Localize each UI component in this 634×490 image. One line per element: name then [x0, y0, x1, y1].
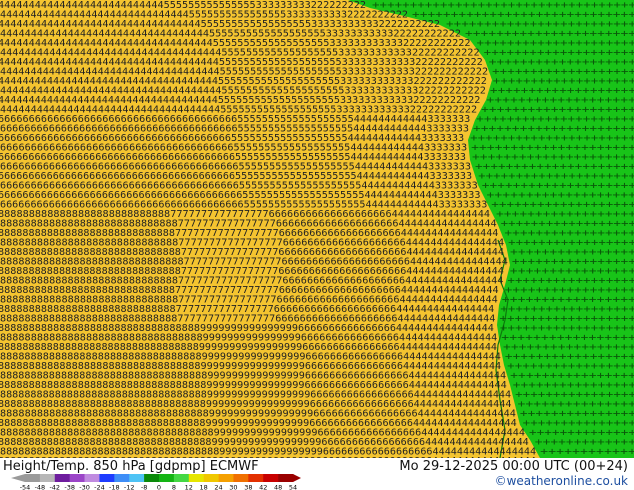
colorbar-tick-label: 18: [200, 484, 208, 490]
colorbar-tick-label: -38: [64, 484, 75, 490]
colorbar-tick-label: 48: [274, 484, 282, 490]
forecast-datetime: Mo 29-12-2025 00:00 UTC (00+24): [399, 459, 628, 474]
colorbar-arrow-right: [293, 474, 301, 482]
colorbar-swatch: [248, 474, 264, 482]
colorbar-tick-label: -48: [35, 484, 46, 490]
colorbar-tick-label: -24: [94, 484, 105, 490]
color-legend: -54 -48 -42 -38 -30 -24 -18 -12 -8 0 8 12 18 24 30 38 42…: [11, 474, 301, 490]
colorbar-swatch: [233, 474, 249, 482]
colorbar-swatch: [263, 474, 279, 482]
colorbar-tick-label: 38: [244, 484, 252, 490]
colorbar-swatch: [144, 474, 160, 482]
colorbar-swatch: [173, 474, 190, 482]
colorbar-tick-label: -30: [79, 484, 90, 490]
forecast-map[interactable]: 4444444444444444444444444445555555555555…: [0, 0, 634, 458]
map-title: Height/Temp. 850 hPa [gdpmp] ECMWF: [3, 459, 259, 474]
colorbar-swatch: [129, 474, 145, 482]
colorbar-arrow-left: [11, 474, 25, 482]
colorbar-tick-label: 24: [214, 484, 222, 490]
colorbar-swatch: [114, 474, 130, 482]
colorbar-swatch: [278, 474, 294, 482]
colorbar-swatch: [218, 474, 234, 482]
colorbar-tick-label: 30: [229, 484, 237, 490]
colorbar-tick-label: -12: [124, 484, 135, 490]
colorbar-swatch: [188, 474, 204, 482]
credit-link[interactable]: ©weatheronline.co.uk: [495, 474, 628, 488]
colorbar-tick-label: -8: [141, 484, 147, 490]
colorbar-tick-label: 54: [289, 484, 297, 490]
colorbar-swatch: [203, 474, 219, 482]
colorbar-tick-label: -42: [49, 484, 60, 490]
colorbar-swatch: [54, 474, 70, 482]
map-canvas: 4444444444444444444444444445555555555555…: [0, 0, 634, 458]
colorbar-swatch: [99, 474, 115, 482]
colorbar-tick-label: -54: [20, 484, 31, 490]
colorbar-swatch: [25, 474, 41, 482]
colorbar-tick-label: 12: [185, 484, 193, 490]
colorbar-swatch: [39, 474, 56, 482]
colorbar-swatch: [69, 474, 85, 482]
colorbar-tick-label: 8: [172, 484, 176, 490]
colorbar-tick-label: 42: [259, 484, 267, 490]
colorbar-swatch: [84, 474, 100, 482]
map-footer: Height/Temp. 850 hPa [gdpmp] ECMWF Mo 29…: [0, 458, 634, 490]
grid-symbols: 4444444444444444444444444445555555555555…: [0, 0, 634, 458]
colorbar-swatch: [159, 474, 175, 482]
colorbar-tick-label: 0: [157, 484, 161, 490]
colorbar-tick-label: -18: [109, 484, 120, 490]
